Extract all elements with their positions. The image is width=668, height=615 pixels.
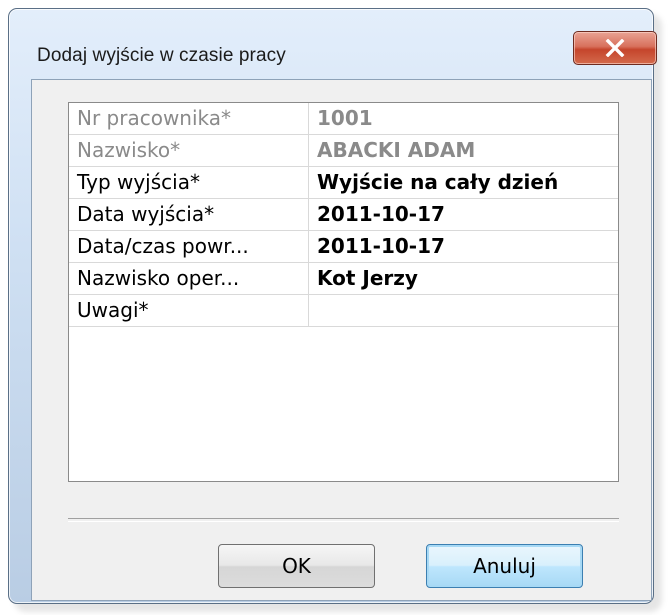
- grid-label: Uwagi*: [69, 295, 309, 326]
- grid-value[interactable]: 2011-10-17: [317, 199, 445, 230]
- grid-row-exit-type[interactable]: Typ wyjścia* Wyjście na cały dzień: [69, 167, 618, 199]
- grid-label: Data/czas powr...: [69, 231, 309, 262]
- grid-label: Nazwisko oper...: [69, 263, 309, 294]
- button-separator: [68, 518, 619, 522]
- property-grid: Nr pracownika* 1001 Nazwisko* ABACKI ADA…: [68, 102, 619, 482]
- grid-value[interactable]: 2011-10-17: [317, 231, 445, 262]
- grid-label: Data wyjścia*: [69, 199, 309, 230]
- grid-value[interactable]: Wyjście na cały dzień: [317, 167, 558, 198]
- grid-row-remarks[interactable]: Uwagi*: [69, 295, 618, 327]
- grid-row-return-datetime[interactable]: Data/czas powr... 2011-10-17: [69, 231, 618, 263]
- grid-value[interactable]: Kot Jerzy: [317, 263, 418, 294]
- grid-row-operator-name[interactable]: Nazwisko oper... Kot Jerzy: [69, 263, 618, 295]
- dialog-window: Dodaj wyjście w czasie pracy Nr pracowni…: [8, 8, 657, 604]
- dialog-client-area: Nr pracownika* 1001 Nazwisko* ABACKI ADA…: [31, 79, 652, 601]
- grid-value: ABACKI ADAM: [317, 138, 476, 162]
- grid-row-employee-number[interactable]: Nr pracownika* 1001: [69, 103, 618, 135]
- grid-value: 1001: [317, 106, 373, 130]
- close-button[interactable]: [573, 31, 657, 65]
- grid-row-surname[interactable]: Nazwisko* ABACKI ADAM: [69, 135, 618, 167]
- grid-label: Nazwisko*: [69, 135, 309, 166]
- grid-row-exit-date[interactable]: Data wyjścia* 2011-10-17: [69, 199, 618, 231]
- grid-label: Typ wyjścia*: [69, 167, 309, 198]
- ok-button[interactable]: OK: [218, 544, 375, 588]
- window-title: Dodaj wyjście w czasie pracy: [37, 45, 286, 66]
- grid-label: Nr pracownika*: [69, 103, 309, 134]
- cancel-button[interactable]: Anuluj: [426, 544, 583, 588]
- close-x-icon: [605, 39, 625, 57]
